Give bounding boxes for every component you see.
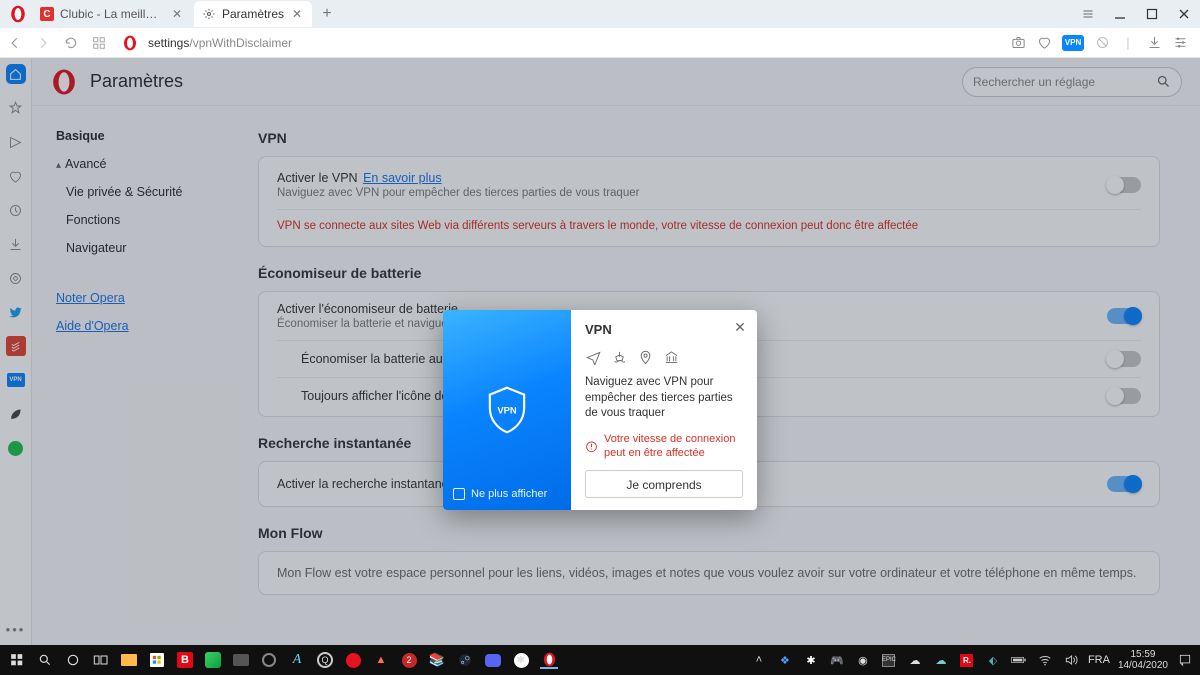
url-main: settings xyxy=(148,36,189,50)
close-window-button[interactable] xyxy=(1168,0,1200,28)
opera-task-icon[interactable] xyxy=(540,651,558,669)
url-field[interactable]: settings/vpnWithDisclaimer xyxy=(148,36,292,50)
pin-icon xyxy=(637,349,653,365)
close-tab-icon[interactable]: ✕ xyxy=(290,7,304,21)
new-tab-button[interactable]: + xyxy=(316,3,338,25)
tray-volume-icon[interactable] xyxy=(1062,651,1080,669)
vpn-badge[interactable]: VPN xyxy=(1062,35,1084,51)
taskbar: B A Q ▲ 2 📚 ✱ ˄ ❖ ✱ 🎮 ◉ EPIC ☁ ☁ R. ⬖ FR… xyxy=(0,645,1200,675)
vpn-dialog: VPN Ne plus afficher ✕ VPN Naviguez avec… xyxy=(443,310,757,510)
bank-icon xyxy=(663,349,679,365)
explorer-icon[interactable] xyxy=(120,651,138,669)
tray-time: 15:59 xyxy=(1118,649,1168,660)
app-books-icon[interactable]: 📚 xyxy=(428,651,446,669)
minimize-button[interactable] xyxy=(1104,0,1136,28)
tray-dropbox-icon[interactable]: ⬖ xyxy=(984,651,1002,669)
main-area: VPN ••• Paramètres Rechercher un réglage… xyxy=(0,58,1200,645)
checkbox-icon xyxy=(453,488,465,500)
warning-icon xyxy=(585,433,598,461)
dialog-close-button[interactable]: ✕ xyxy=(731,318,749,336)
app-q-icon[interactable]: Q xyxy=(316,651,334,669)
start-button[interactable] xyxy=(8,651,26,669)
tray-clock[interactable]: 15:59 14/04/2020 xyxy=(1118,649,1168,671)
app-red-icon[interactable] xyxy=(344,651,362,669)
tab-title: Clubic - La meilleure source xyxy=(60,7,164,21)
dont-show-again-checkbox[interactable]: Ne plus afficher xyxy=(453,488,547,500)
tray-steam-icon[interactable]: ◉ xyxy=(854,651,872,669)
tray-chevron-icon[interactable]: ˄ xyxy=(750,651,768,669)
tray-wifi-icon[interactable] xyxy=(1036,651,1054,669)
dialog-feature-icons xyxy=(585,349,743,365)
discord-icon[interactable] xyxy=(484,651,502,669)
back-button[interactable] xyxy=(6,34,24,52)
tray-date: 14/04/2020 xyxy=(1118,660,1168,671)
dialog-warning: Votre vitesse de connexion peut en être … xyxy=(585,432,743,461)
dialog-title: VPN xyxy=(585,322,743,337)
plane-icon xyxy=(585,349,601,365)
app-b-icon[interactable]: B xyxy=(176,651,194,669)
reload-button[interactable] xyxy=(62,34,80,52)
dialog-warning-text: Votre vitesse de connexion peut en être … xyxy=(604,432,743,461)
tray-cloud-icon[interactable]: ☁ xyxy=(906,651,924,669)
app-orange-icon[interactable]: ▲ xyxy=(372,651,390,669)
workspace-menu-icon[interactable] xyxy=(1072,0,1104,28)
adblock-icon[interactable] xyxy=(1094,35,1110,51)
window-controls xyxy=(1072,0,1200,28)
tray-bt-icon[interactable]: ❖ xyxy=(776,651,794,669)
maximize-button[interactable] xyxy=(1136,0,1168,28)
forward-button[interactable] xyxy=(34,34,52,52)
easy-setup-icon[interactable] xyxy=(1172,35,1188,51)
store-icon[interactable] xyxy=(148,651,166,669)
app-gray1-icon[interactable] xyxy=(232,651,250,669)
notifications-icon[interactable] xyxy=(1176,651,1194,669)
taskview-icon[interactable] xyxy=(92,651,110,669)
app-gray2-icon[interactable] xyxy=(260,651,278,669)
close-tab-icon[interactable]: ✕ xyxy=(170,7,184,21)
svg-text:VPN: VPN xyxy=(497,404,517,415)
steam-icon[interactable] xyxy=(456,651,474,669)
tray-app1-icon[interactable]: ✱ xyxy=(802,651,820,669)
vpn-shield-icon: VPN xyxy=(486,386,528,434)
app-2-icon[interactable]: 2 xyxy=(400,651,418,669)
url-path: /vpnWithDisclaimer xyxy=(189,36,292,50)
tab-strip: C Clubic - La meilleure source ✕ Paramèt… xyxy=(0,0,1200,28)
clubic-favicon: C xyxy=(40,7,54,21)
app-green-icon[interactable] xyxy=(204,651,222,669)
tray-lang[interactable]: FRA xyxy=(1088,654,1110,666)
tab-clubic[interactable]: C Clubic - La meilleure source ✕ xyxy=(32,1,192,27)
cortana-icon[interactable] xyxy=(64,651,82,669)
modal-overlay[interactable]: VPN Ne plus afficher ✕ VPN Naviguez avec… xyxy=(0,58,1200,645)
opera-menu-icon[interactable] xyxy=(6,2,30,26)
tab-settings[interactable]: Paramètres ✕ xyxy=(194,1,312,27)
tray-battery-icon[interactable] xyxy=(1010,651,1028,669)
tray-epic-icon[interactable]: EPIC xyxy=(880,651,898,669)
download-icon[interactable] xyxy=(1146,35,1162,51)
tray-controller-icon[interactable]: 🎮 xyxy=(828,651,846,669)
tab-title: Paramètres xyxy=(222,7,284,21)
slack-icon[interactable]: ✱ xyxy=(512,651,530,669)
tray-onedrive-icon[interactable]: ☁ xyxy=(932,651,950,669)
dialog-understand-button[interactable]: Je comprends xyxy=(585,470,743,498)
dialog-hero: VPN Ne plus afficher xyxy=(443,310,571,510)
dialog-body-text: Naviguez avec VPN pour empêcher des tier… xyxy=(585,375,743,422)
app-a-icon[interactable]: A xyxy=(288,651,306,669)
site-info-icon[interactable] xyxy=(122,35,138,51)
speed-dial-icon[interactable] xyxy=(90,34,108,52)
divider: | xyxy=(1120,35,1136,51)
dont-show-label: Ne plus afficher xyxy=(471,488,547,500)
ship-icon xyxy=(611,349,627,365)
address-bar: settings/vpnWithDisclaimer VPN | xyxy=(0,28,1200,58)
tray-r-icon[interactable]: R. xyxy=(958,651,976,669)
search-task-icon[interactable] xyxy=(36,651,54,669)
heart-icon[interactable] xyxy=(1036,35,1052,51)
gear-icon xyxy=(202,7,216,21)
snapshot-icon[interactable] xyxy=(1010,35,1026,51)
